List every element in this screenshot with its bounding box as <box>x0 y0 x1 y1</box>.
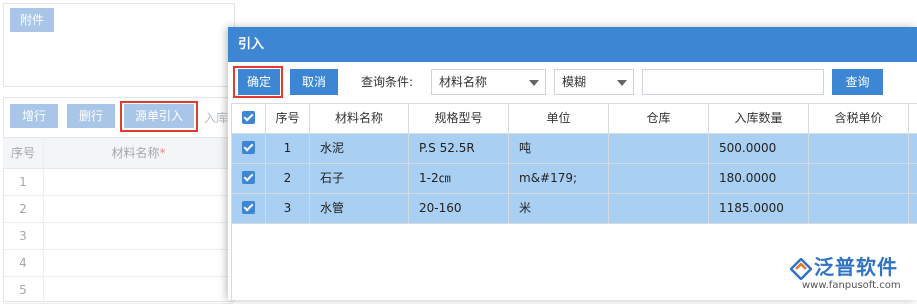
row-checkbox[interactable] <box>232 194 266 224</box>
bg-table-row[interactable]: 2 <box>3 196 233 223</box>
required-mark: * <box>159 146 166 160</box>
grid-header: 序号 材料名称 规格型号 单位 仓库 入库数量 含税单价 <box>232 104 917 134</box>
row-no: 3 <box>266 194 310 224</box>
row-warehouse <box>609 164 709 194</box>
col-qty: 入库数量 <box>709 104 809 134</box>
dialog-toolbar: 确定 取消 查询条件: 材料名称 模糊 查询 <box>228 62 917 102</box>
delete-row-button[interactable]: 删行 <box>67 104 115 128</box>
bg-col-name: 材料名称* <box>44 138 233 168</box>
mode-select-value: 模糊 <box>562 75 587 89</box>
bg-row-index: 1 <box>3 169 44 195</box>
row-warehouse <box>609 134 709 164</box>
col-name: 材料名称 <box>310 104 409 134</box>
search-input[interactable] <box>642 69 824 95</box>
col-more <box>909 104 917 134</box>
row-qty: 180.0000 <box>709 164 809 194</box>
row-more <box>909 164 917 194</box>
row-name: 水管 <box>310 194 409 224</box>
row-warehouse <box>609 194 709 224</box>
col-no: 序号 <box>266 104 310 134</box>
query-label: 查询条件: <box>361 75 414 89</box>
brand-watermark: 泛普软件 www.fanpusoft.com <box>786 252 914 298</box>
select-all-checkbox[interactable] <box>232 104 266 134</box>
row-name: 水泥 <box>310 134 409 164</box>
mode-select[interactable]: 模糊 <box>554 69 634 95</box>
checkbox-icon <box>242 141 255 154</box>
field-select-value: 材料名称 <box>439 75 488 89</box>
row-no: 2 <box>266 164 310 194</box>
attachment-button[interactable]: 附件 <box>10 8 55 32</box>
source-import-highlight <box>120 101 198 132</box>
row-price <box>809 194 909 224</box>
field-select[interactable]: 材料名称 <box>431 69 546 95</box>
row-no: 1 <box>266 134 310 164</box>
chevron-down-icon <box>617 80 627 86</box>
col-price: 含税单价 <box>809 104 909 134</box>
row-qty: 1185.0000 <box>709 194 809 224</box>
chevron-down-icon <box>529 80 539 86</box>
row-spec: 20-160 <box>409 194 509 224</box>
row-unit: m&#179; <box>509 164 609 194</box>
row-unit: 吨 <box>509 134 609 164</box>
bg-detail-table: 序号 材料名称* 1 2 3 4 5 <box>3 137 233 304</box>
cancel-button[interactable]: 取消 <box>290 69 338 95</box>
add-row-button[interactable]: 增行 <box>10 104 58 128</box>
row-more <box>909 194 917 224</box>
table-row[interactable]: 2 石子 1-2㎝ m&#179; 180.0000 <box>232 164 917 194</box>
checkbox-icon <box>242 171 255 184</box>
row-checkbox[interactable] <box>232 164 266 194</box>
row-price <box>809 164 909 194</box>
bg-col-name-label: 材料名称 <box>111 146 160 160</box>
bg-row-index: 3 <box>3 223 44 249</box>
query-button[interactable]: 查询 <box>832 69 883 95</box>
bg-row-index: 2 <box>3 196 44 222</box>
brand-url: www.fanpusoft.com <box>802 280 901 291</box>
row-unit: 米 <box>509 194 609 224</box>
row-checkbox[interactable] <box>232 134 266 164</box>
checkbox-icon <box>242 201 255 214</box>
dialog-title: 引入 <box>228 27 917 62</box>
bg-table-row[interactable]: 1 <box>3 169 233 196</box>
brand-logo-icon <box>790 258 812 280</box>
bg-table-row[interactable]: 3 <box>3 223 233 250</box>
col-warehouse: 仓库 <box>609 104 709 134</box>
bg-table-header: 序号 材料名称* <box>3 137 233 169</box>
col-spec: 规格型号 <box>409 104 509 134</box>
bg-partial-label: 入库 <box>204 111 229 125</box>
row-more <box>909 134 917 164</box>
bg-row-index: 4 <box>3 250 44 276</box>
row-spec: 1-2㎝ <box>409 164 509 194</box>
row-price <box>809 134 909 164</box>
checkbox-icon <box>242 111 255 124</box>
table-row[interactable]: 1 水泥 P.S 52.5R 吨 500.0000 <box>232 134 917 164</box>
row-name: 石子 <box>310 164 409 194</box>
row-spec: P.S 52.5R <box>409 134 509 164</box>
col-unit: 单位 <box>509 104 609 134</box>
table-row[interactable]: 3 水管 20-160 米 1185.0000 <box>232 194 917 224</box>
bg-row-index: 5 <box>3 277 44 303</box>
brand-name: 泛普软件 <box>814 255 898 279</box>
confirm-highlight <box>233 66 283 98</box>
bg-table-row[interactable]: 4 <box>3 250 233 277</box>
bg-col-no: 序号 <box>3 138 44 168</box>
row-qty: 500.0000 <box>709 134 809 164</box>
